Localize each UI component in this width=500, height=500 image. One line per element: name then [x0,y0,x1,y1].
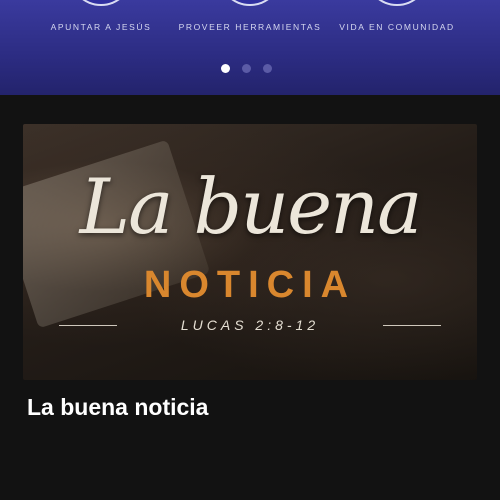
thumbnail-title-word: NOTICIA [143,264,357,306]
pillar-label: APUNTAR A JESÚS [50,22,152,32]
sermon-thumbnail[interactable]: La buena NOTICIA LUCAS 2:8-12 [23,124,477,380]
thumbnail-reference-row: LUCAS 2:8-12 [59,314,441,336]
circle-icon [69,0,133,6]
page-dot[interactable] [263,64,272,73]
carousel-pagination [221,64,272,73]
page-dot[interactable] [242,64,251,73]
page-dot-active[interactable] [221,64,230,73]
divider [383,324,441,326]
circle-icon [218,0,282,6]
divider [59,324,117,326]
thumbnail-script-title: La buena [79,162,423,251]
header-banner: APUNTAR A JESÚS PROVEER HERRAMIENTAS VID… [0,0,500,95]
sermon-title[interactable]: La buena noticia [27,394,208,421]
pillar-label: VIDA EN COMUNIDAD [339,22,455,32]
circle-icon [365,0,429,6]
scripture-reference: LUCAS 2:8-12 [180,317,320,333]
pillar-label: PROVEER HERRAMIENTAS [178,22,322,32]
